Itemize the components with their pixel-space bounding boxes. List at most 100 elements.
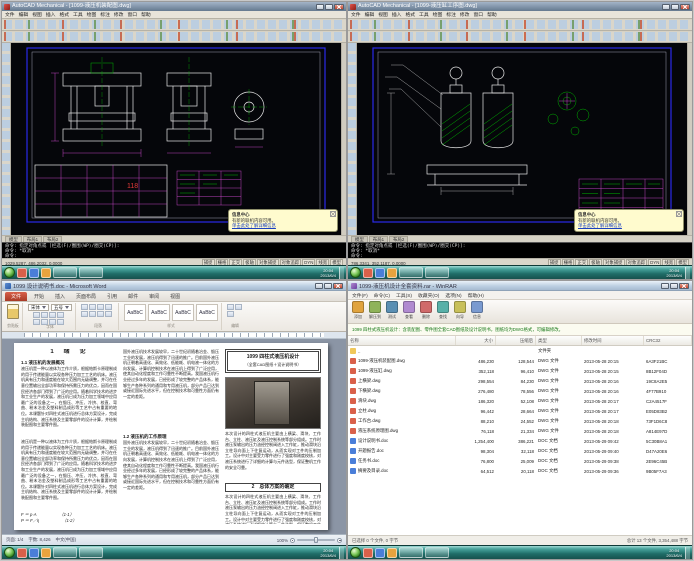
taskbar-window-button[interactable] <box>79 547 103 558</box>
menu-item[interactable]: 选项(N) <box>445 292 461 299</box>
font-name-select[interactable]: 宋体 <box>28 304 49 311</box>
taskbar-explorer-icon[interactable] <box>41 268 51 278</box>
show-desktop-button[interactable] <box>339 547 344 559</box>
ribbon-tab[interactable]: 视图 <box>166 292 184 301</box>
zoom-slider-thumb[interactable] <box>314 537 318 543</box>
menu-item[interactable]: 视图 <box>378 11 388 18</box>
file-row[interactable]: .. 文件夹 <box>348 346 692 356</box>
taskbar-autocad-icon[interactable] <box>363 548 373 558</box>
toolbar-button[interactable]: 向导 <box>454 301 466 322</box>
strikethrough-icon[interactable] <box>57 312 64 318</box>
outdent-icon[interactable] <box>105 304 112 310</box>
style-item[interactable]: AaBbC <box>196 304 218 321</box>
menu-item[interactable]: 编辑 <box>19 11 29 18</box>
taskbar-autocad-icon[interactable] <box>17 548 27 558</box>
clock[interactable]: 20:042013/6/4 <box>666 268 682 278</box>
menu-item[interactable]: 文件 <box>351 11 361 18</box>
menu-item[interactable]: 插入 <box>46 11 56 18</box>
taskbar-word-icon[interactable] <box>375 548 385 558</box>
toolbar-button[interactable]: 信息 <box>471 301 483 322</box>
bullets-icon[interactable] <box>81 304 88 310</box>
menu-item[interactable]: 插入 <box>392 11 402 18</box>
draw-toolbar[interactable] <box>348 43 357 235</box>
file-row[interactable]: 开题报告.doc 98,304 32,118 DOC 文档 2013-05-29… <box>348 446 692 456</box>
menu-item[interactable]: 收藏夹(O) <box>418 292 439 299</box>
menu-item[interactable]: 格式 <box>59 11 69 18</box>
menu-item[interactable]: 命令(C) <box>374 292 390 299</box>
layout-tab[interactable]: 布局1 <box>23 236 42 242</box>
taskbar[interactable]: 20:042013/6/4 <box>348 545 692 559</box>
layout-tab[interactable]: 模型 <box>351 236 368 242</box>
menu-item[interactable]: 修改 <box>460 11 470 18</box>
notification-balloon[interactable]: 信息中心 有新的联机内容可用。 单击此处了解详细信息 <box>228 209 338 232</box>
clock[interactable]: 20:042013/6/4 <box>666 548 682 558</box>
column-header[interactable]: 大小 <box>456 336 496 345</box>
toolbar-standard[interactable] <box>348 20 692 31</box>
toolbar-button[interactable]: 查找 <box>437 301 449 322</box>
taskbar-window-button[interactable] <box>425 267 449 278</box>
taskbar-window-button[interactable] <box>425 547 449 558</box>
show-desktop-button[interactable] <box>339 267 344 279</box>
style-item[interactable]: AaBbC <box>172 304 194 321</box>
menu-item[interactable]: 帮助 <box>487 11 497 18</box>
column-header[interactable]: CRC32 <box>644 336 692 345</box>
taskbar[interactable]: 20:042013/6/4 <box>348 265 692 279</box>
file-row[interactable]: 工作台.dwg 88,210 24,552 DWG 文件 2013-05-28 … <box>348 416 692 426</box>
align-center-icon[interactable] <box>89 311 96 317</box>
file-row[interactable]: 设计说明书.doc 1,254,400 386,221 DOC 文档 2013-… <box>348 436 692 446</box>
style-item[interactable]: AaBbC <box>124 304 146 321</box>
vertical-scrollbar[interactable] <box>341 43 346 235</box>
layout-tab[interactable]: 布局2 <box>389 236 408 242</box>
layout-tab[interactable]: 模型 <box>5 236 22 242</box>
file-row[interactable]: 1099-液压机装配图.dwg 486,230 128,544 DWG 文件 2… <box>348 356 692 366</box>
toolbar-button[interactable]: 删除 <box>420 301 432 322</box>
close-button[interactable] <box>679 283 689 289</box>
menu-item[interactable]: 格式 <box>405 11 415 18</box>
zoom-level[interactable]: 100% <box>277 538 288 543</box>
replace-icon[interactable] <box>235 304 242 310</box>
file-row[interactable]: 1099-液压缸.dwg 352,118 96,410 DWG 文件 2013-… <box>348 366 692 376</box>
toolbar-button[interactable]: 测试 <box>386 301 398 322</box>
file-row[interactable]: 任务书.doc 76,800 25,009 DOC 文档 2013-05-29 … <box>348 456 692 466</box>
notification-balloon[interactable]: 信息中心 有新的联机内容可用。 单击此处了解详细信息 <box>574 209 684 232</box>
zoom-in-button[interactable] <box>337 538 342 543</box>
draw-toolbar[interactable] <box>2 43 11 235</box>
ribbon-tab[interactable]: 邮件 <box>124 292 142 301</box>
menu-item[interactable]: 文件(F) <box>352 292 368 299</box>
command-line[interactable]: 命令: 指定对角点或 [栏选(F)/圈围(WP)/圈交(CP)]: 命令: *取… <box>348 242 692 258</box>
document-area[interactable]: 1 绪 论 1.1 液压机的发展概况 液压机是一种以液体为工作介质，根据帕斯卡原… <box>2 339 346 534</box>
file-list[interactable]: .. 文件夹 1099-液压机装配图.dwg 486,230 128,544 D… <box>348 346 692 535</box>
align-right-icon[interactable] <box>97 311 104 317</box>
menu-item[interactable]: 帮助(H) <box>468 292 484 299</box>
taskbar-window-button[interactable] <box>399 267 423 278</box>
style-item[interactable]: AaBbC <box>148 304 170 321</box>
file-row[interactable]: 摘要及目录.doc 64,512 20,118 DOC 文档 2013-05-2… <box>348 466 692 476</box>
taskbar-autocad-icon[interactable] <box>17 268 27 278</box>
menu-item[interactable]: 工具 <box>419 11 429 18</box>
layout-tab[interactable]: 布局1 <box>369 236 388 242</box>
file-row[interactable]: 液压系统原理图.dwg 76,118 21,334 DWG 文件 2013-05… <box>348 426 692 436</box>
minimize-button[interactable] <box>315 283 323 289</box>
balloon-link[interactable]: 单击此处了解详细信息 <box>578 223 675 229</box>
taskbar-window-button[interactable] <box>399 547 423 558</box>
start-button[interactable] <box>350 547 361 558</box>
taskbar-explorer-icon[interactable] <box>387 548 397 558</box>
menu-item[interactable]: 帮助 <box>141 11 151 18</box>
taskbar-window-button[interactable] <box>79 267 103 278</box>
file-row[interactable]: 下横梁.dwg 276,480 78,556 DWG 文件 2013-05-28… <box>348 386 692 396</box>
font-color-icon[interactable] <box>57 319 64 325</box>
font-size-select[interactable]: 五号 <box>51 304 72 311</box>
titlebar[interactable]: 1099-液压机设计全套资料.rar - WinRAR <box>348 281 692 291</box>
paste-icon[interactable] <box>7 304 19 319</box>
taskbar-window-button[interactable] <box>53 547 77 558</box>
taskbar-word-icon[interactable] <box>375 268 385 278</box>
start-button[interactable] <box>4 547 15 558</box>
numbering-icon[interactable] <box>89 304 96 310</box>
file-row[interactable]: 上横梁.dwg 298,554 84,230 DWG 文件 2013-05-28… <box>348 376 692 386</box>
ribbon-tab[interactable]: 审阅 <box>145 292 163 301</box>
minimize-button[interactable] <box>316 4 324 10</box>
taskbar-explorer-icon[interactable] <box>387 268 397 278</box>
close-button[interactable] <box>334 4 344 10</box>
justify-icon[interactable] <box>105 311 112 317</box>
maximize-button[interactable] <box>671 4 679 10</box>
